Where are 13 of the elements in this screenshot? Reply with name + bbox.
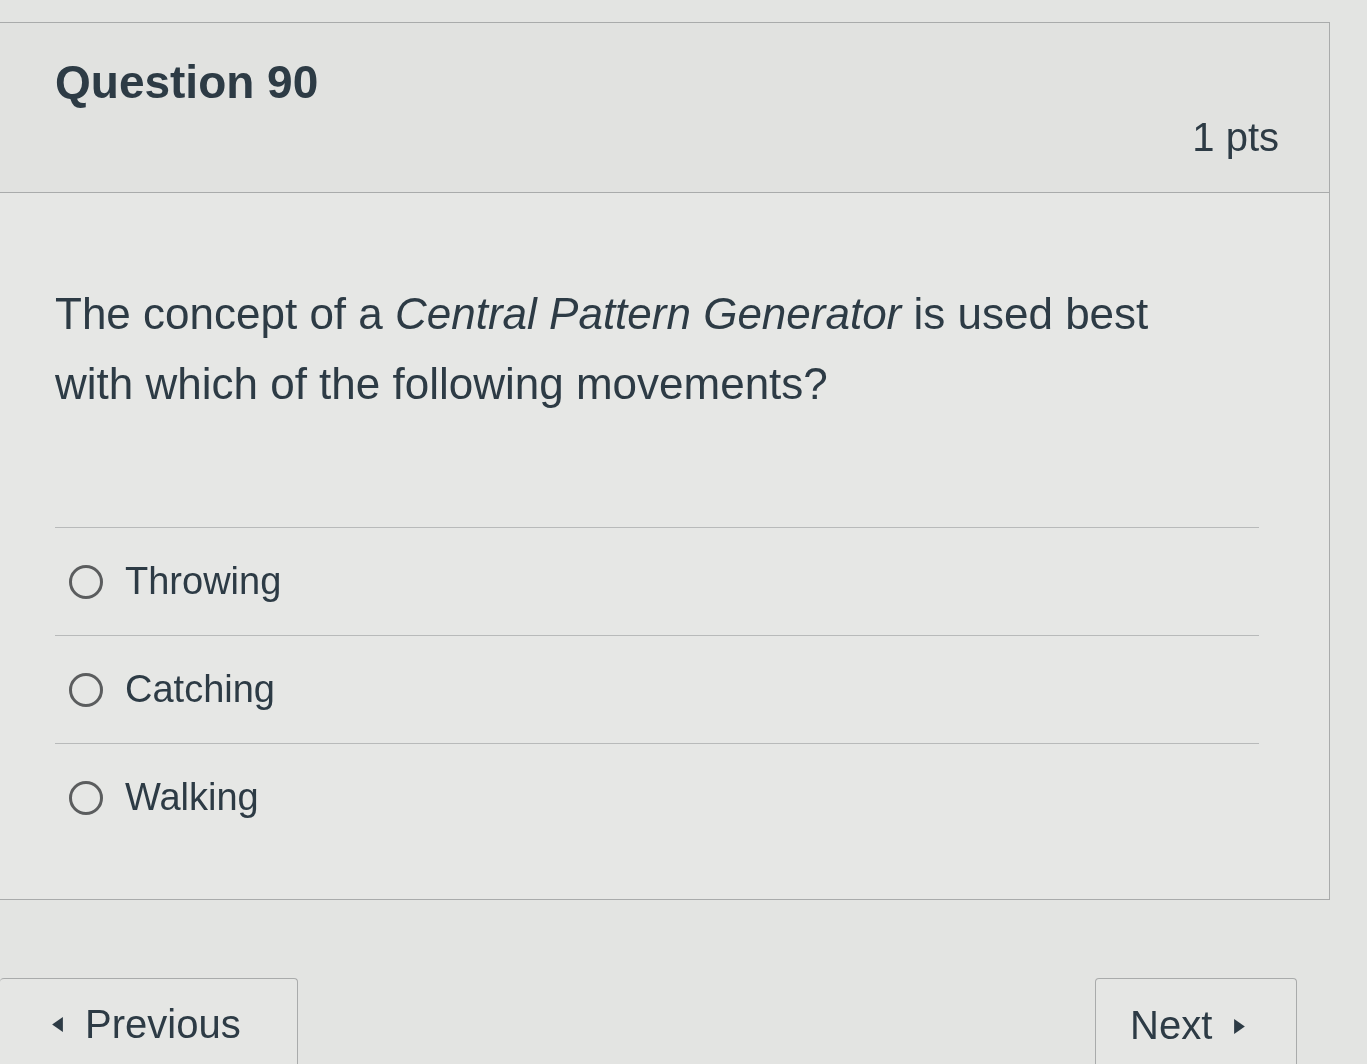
answer-option[interactable]: Catching	[55, 635, 1259, 743]
previous-button[interactable]: Previous	[0, 978, 298, 1064]
answer-option[interactable]: Throwing	[55, 527, 1259, 635]
radio-button-icon[interactable]	[69, 780, 103, 815]
caret-right-icon	[1234, 1019, 1246, 1034]
points-label: 1 pts	[1192, 115, 1279, 160]
radio-button-icon[interactable]	[69, 564, 103, 599]
question-title: Question 90	[55, 55, 319, 110]
radio-button-icon[interactable]	[69, 672, 103, 707]
next-button[interactable]: Next	[1095, 978, 1297, 1064]
answer-option[interactable]: Walking	[55, 743, 1259, 851]
question-text: The concept of a Central Pattern Generator is used best with which of the following movements?	[55, 288, 1150, 410]
caret-left-icon	[52, 1017, 63, 1032]
